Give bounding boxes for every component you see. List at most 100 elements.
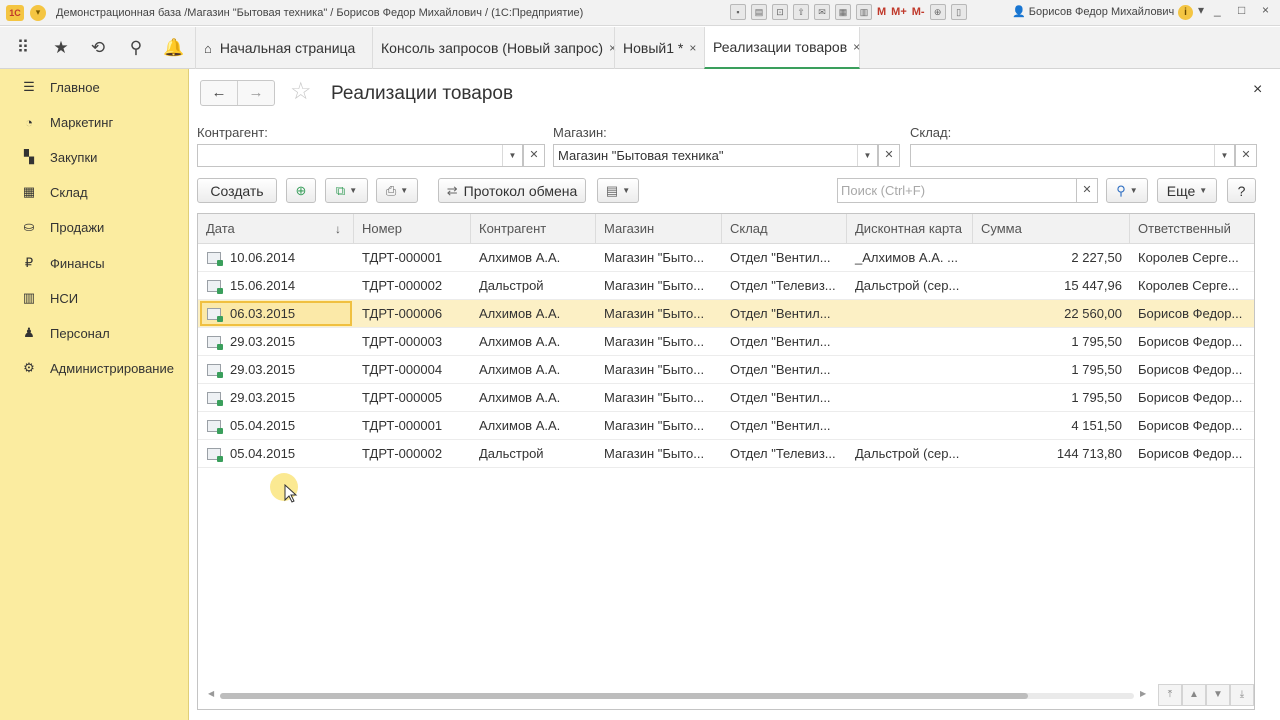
create-button[interactable]: Создать — [197, 178, 277, 203]
titlebar-menu-icon[interactable]: ▾ — [1198, 3, 1204, 17]
tab-query-console[interactable]: Консоль запросов (Новый запрос) × — [372, 27, 616, 69]
table-row[interactable]: 10.06.2014 ТДРТ-000001 Алхимов А.А. Магазин… — [198, 244, 1254, 272]
clear-kontragent-icon[interactable]: ✕ — [523, 144, 545, 167]
maximize-button[interactable]: □ — [1238, 3, 1245, 17]
create-copy-button[interactable]: ⊕ — [286, 178, 316, 203]
chevron-down-icon[interactable]: ▼ — [1214, 145, 1234, 166]
column-header-discount-card[interactable]: Дисконтная карта — [847, 214, 973, 244]
tab-new1[interactable]: Новый1 * × — [614, 27, 704, 69]
minimize-button[interactable]: _ — [1214, 3, 1221, 17]
ruble-icon: ₽ — [24, 255, 34, 270]
clear-magazin-icon[interactable]: ✕ — [878, 144, 900, 167]
exchange-icon: ⇄ — [446, 182, 458, 198]
search-input[interactable]: Поиск (Ctrl+F) — [837, 178, 1077, 203]
sklad-select[interactable]: ▼ — [910, 144, 1235, 167]
close-tab-icon[interactable]: × — [689, 41, 696, 55]
table-row[interactable]: 29.03.2015 ТДРТ-000004 Алхимов А.А. Магазин… — [198, 356, 1254, 384]
clear-search-icon[interactable]: ✕ — [1076, 178, 1098, 203]
horizontal-scrollbar[interactable]: ◀ ▶ — [208, 689, 1146, 699]
table-row[interactable]: 15.06.2014 ТДРТ-000002 Дальстрой Магазин "Б… — [198, 272, 1254, 300]
print-button[interactable]: ⎙ ▼ — [376, 178, 418, 203]
user-icon: 👤 — [1012, 6, 1026, 18]
column-header-kontragent[interactable]: Контрагент — [471, 214, 596, 244]
close-window-button[interactable]: × — [1262, 3, 1269, 17]
bell-icon[interactable]: 🔔 — [163, 37, 185, 59]
calendar-icon[interactable]: ▥ — [856, 4, 872, 20]
memory-button[interactable]: M — [877, 6, 886, 18]
sidebar-item-sales[interactable]: ⛀ Продажи — [0, 210, 189, 244]
current-user[interactable]: 👤 Борисов Федор Михайлович — [1012, 5, 1174, 18]
calculator-icon[interactable]: ▦ — [835, 4, 851, 20]
posted-document-icon — [207, 336, 223, 350]
apps-grid-icon[interactable]: ⠿ — [12, 37, 34, 59]
page-up-icon[interactable]: ▲ — [1182, 684, 1206, 706]
kontragent-select[interactable]: ▼ — [197, 144, 523, 167]
chevron-down-icon[interactable]: ▼ — [857, 145, 877, 166]
tab-home[interactable]: ⌂ Начальная страница — [195, 27, 371, 69]
magazin-select[interactable]: Магазин "Бытовая техника" ▼ — [553, 144, 878, 167]
memory-minus-button[interactable]: M- — [912, 6, 925, 18]
favorite-star-icon[interactable]: ☆ — [290, 80, 312, 104]
cell-sum: 1 795,50 — [1071, 334, 1122, 349]
memory-plus-button[interactable]: M+ — [891, 6, 907, 18]
zoom-icon[interactable]: ⊕ — [929, 4, 946, 20]
print-icon[interactable]: ▤ — [751, 4, 767, 20]
table-row[interactable]: 06.03.2015 ТДРТ-000006 Алхимов А.А. Магазин… — [198, 300, 1254, 328]
sidebar-item-finance[interactable]: ₽ Финансы — [0, 246, 189, 280]
page-down-icon[interactable]: ▼ — [1206, 684, 1230, 706]
table-row[interactable]: 05.04.2015 ТДРТ-000002 Дальстрой Магазин "Б… — [198, 440, 1254, 468]
column-header-responsible[interactable]: Ответственный — [1130, 214, 1254, 244]
chevron-down-icon: ▼ — [1129, 186, 1138, 195]
sidebar-item-admin[interactable]: ⚙ Администрирование — [0, 351, 189, 385]
chevron-down-icon[interactable]: ▼ — [502, 145, 522, 166]
posted-document-icon — [207, 252, 223, 266]
clear-sklad-icon[interactable]: ✕ — [1235, 144, 1257, 167]
history-icon[interactable]: ⟲ — [87, 37, 109, 59]
reports-button[interactable]: ▤ ▼ — [597, 178, 639, 203]
column-header-sum[interactable]: Сумма — [973, 214, 1130, 244]
star-icon[interactable]: ★ — [50, 37, 72, 59]
sidebar-item-marketing[interactable]: ◔ Маркетинг — [0, 105, 189, 139]
documents-table: Дата ↓ Номер Контрагент Магазин Склад Ди… — [197, 213, 1255, 710]
scroll-thumb[interactable] — [220, 693, 1028, 699]
help-button[interactable]: ? — [1227, 178, 1256, 203]
column-header-sklad[interactable]: Склад — [722, 214, 847, 244]
search-options-button[interactable]: ⚲ ▼ — [1106, 178, 1148, 203]
exchange-log-button[interactable]: ⇄ Протокол обмена — [438, 178, 586, 203]
search-icon[interactable]: ⚲ — [125, 37, 147, 59]
sidebar-item-purchases[interactable]: ▚ Закупки — [0, 140, 189, 174]
sidebar-item-main[interactable]: ☰ Главное — [0, 70, 189, 104]
back-arrow-icon[interactable]: ← — [201, 81, 237, 105]
column-header-magazin[interactable]: Магазин — [596, 214, 722, 244]
scroll-right-icon[interactable]: ▶ — [1140, 689, 1146, 698]
sidebar-item-warehouse[interactable]: ▦ Склад — [0, 175, 189, 209]
preview-icon[interactable]: ⊡ — [772, 4, 788, 20]
table-row[interactable]: 29.03.2015 ТДРТ-000003 Алхимов А.А. Магазин… — [198, 328, 1254, 356]
table-row[interactable]: 29.03.2015 ТДРТ-000005 Алхимов А.А. Магазин… — [198, 384, 1254, 412]
cell-sklad: Отдел "Телевиз... — [730, 278, 836, 293]
scroll-left-icon[interactable]: ◀ — [208, 689, 214, 698]
cell-kontragent: Дальстрой — [479, 446, 544, 461]
panels-icon[interactable]: ▯ — [950, 4, 967, 20]
forward-arrow-icon[interactable]: → — [237, 81, 274, 105]
column-header-number[interactable]: Номер — [354, 214, 471, 244]
sidebar-item-nsi[interactable]: ▥ НСИ — [0, 281, 189, 315]
create-based-on-button[interactable]: ⧉ ▼ — [325, 178, 368, 203]
save-icon[interactable]: ▪ — [730, 4, 746, 20]
close-tab-icon[interactable]: × — [853, 40, 860, 54]
tab-sales[interactable]: Реализации товаров × — [704, 27, 860, 69]
window-titlebar: 1С ▾ Демонстрационная база /Магазин "Быт… — [0, 0, 1280, 26]
main-menu-icon[interactable]: ▾ — [30, 4, 46, 21]
cell-number: ТДРТ-000001 — [362, 418, 443, 433]
mail-icon[interactable]: ✉ — [814, 4, 830, 20]
scroll-top-icon[interactable]: ⤒ — [1158, 684, 1182, 706]
table-row[interactable]: 05.04.2015 ТДРТ-000001 Алхимов А.А. Магазин… — [198, 412, 1254, 440]
cell-discount-card — [847, 300, 973, 328]
upload-icon[interactable]: ⇧ — [793, 4, 809, 20]
column-header-date[interactable]: Дата ↓ — [198, 214, 354, 244]
more-button[interactable]: Еще ▼ — [1157, 178, 1217, 203]
info-icon[interactable]: i — [1178, 5, 1193, 20]
sidebar-item-personnel[interactable]: ♟ Персонал — [0, 316, 189, 350]
close-form-icon[interactable]: × — [1253, 81, 1262, 99]
scroll-bottom-icon[interactable]: ⤓ — [1230, 684, 1254, 706]
